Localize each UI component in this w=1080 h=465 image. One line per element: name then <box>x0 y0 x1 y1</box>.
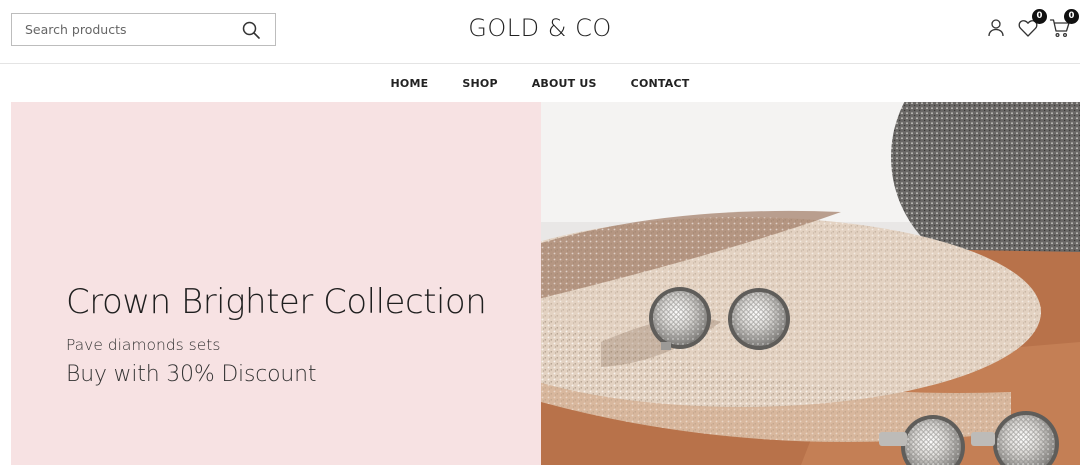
site-header: GOLD & CO 0 0 <box>0 0 1080 64</box>
nav-item-home[interactable]: HOME <box>391 77 429 90</box>
cart-icon[interactable]: 0 <box>1049 9 1079 39</box>
nav-item-shop[interactable]: SHOP <box>462 77 497 90</box>
hero-subtitle: Pave diamonds sets <box>66 336 221 354</box>
hero-text-panel: Crown Brighter Collection Pave diamonds … <box>11 102 541 465</box>
hero-product-image <box>541 102 1080 465</box>
heart-icon[interactable]: 0 <box>1017 9 1047 39</box>
hero-discount-text: Buy with 30% Discount <box>66 362 317 387</box>
hero-banner: Crown Brighter Collection Pave diamonds … <box>11 102 1080 465</box>
site-logo[interactable]: GOLD & CO <box>0 14 1080 42</box>
nav-item-contact[interactable]: CONTACT <box>631 77 690 90</box>
main-nav: HOME SHOP ABOUT US CONTACT <box>0 64 1080 102</box>
nav-item-about-us[interactable]: ABOUT US <box>532 77 597 90</box>
cart-count-badge: 0 <box>1064 9 1079 24</box>
wishlist-count-badge: 0 <box>1032 9 1047 24</box>
user-icon[interactable] <box>985 17 1007 39</box>
hero-title: Crown Brighter Collection <box>66 282 487 322</box>
